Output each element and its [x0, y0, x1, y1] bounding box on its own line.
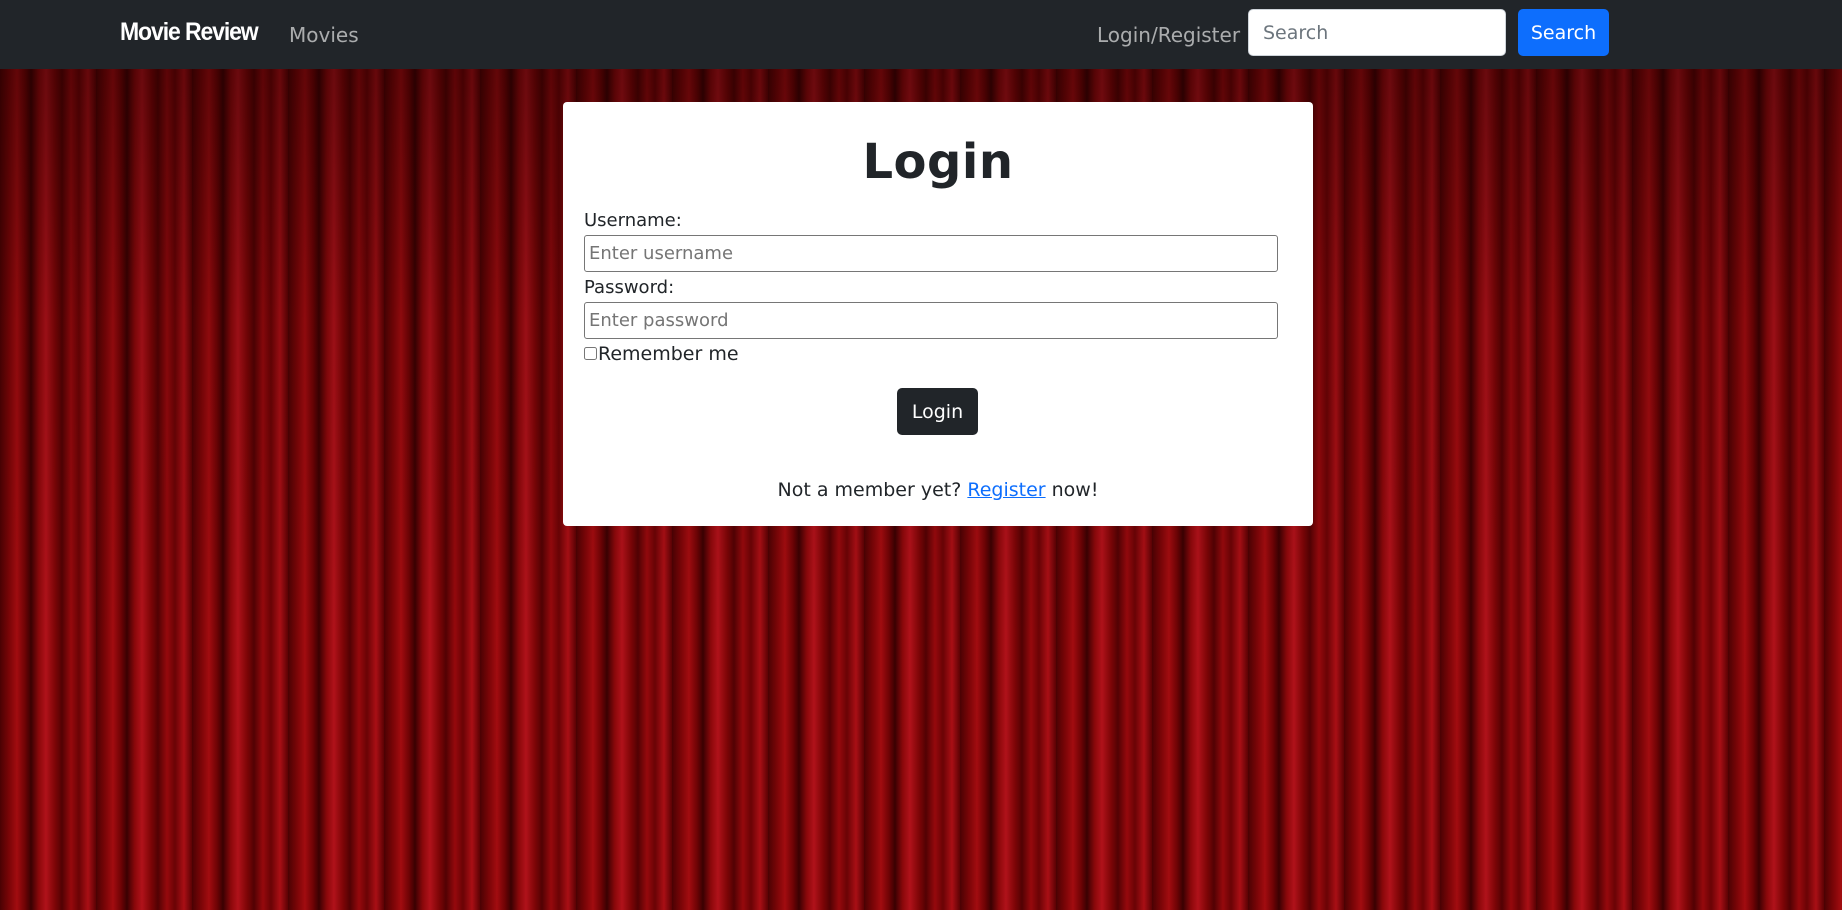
password-label: Password: — [584, 277, 675, 298]
nav-link-login-register[interactable]: Login/Register — [1097, 23, 1240, 47]
login-button[interactable]: Login — [897, 388, 978, 435]
nav-link-movies[interactable]: Movies — [289, 23, 359, 47]
search-button[interactable]: Search — [1518, 9, 1609, 56]
search-input[interactable] — [1248, 9, 1506, 56]
password-field[interactable] — [584, 302, 1278, 339]
register-prompt-prefix: Not a member yet? — [777, 479, 968, 501]
page-title: Login — [862, 134, 1014, 190]
username-label: Username: — [584, 210, 682, 231]
register-prompt: Not a member yet? Register now! — [563, 479, 1313, 501]
username-field[interactable] — [584, 235, 1278, 272]
register-link[interactable]: Register — [967, 479, 1045, 501]
login-card: Login Username: Password: Remember me Lo… — [563, 102, 1313, 526]
register-prompt-suffix: now! — [1045, 479, 1099, 501]
top-navbar: Movie Review Movies Login/Register Searc… — [0, 0, 1842, 69]
remember-me-checkbox[interactable] — [584, 346, 597, 360]
brand-logo-link[interactable]: Movie Review — [120, 18, 259, 47]
remember-me-label[interactable]: Remember me — [598, 343, 739, 365]
remember-me-row: Remember me — [584, 343, 739, 365]
